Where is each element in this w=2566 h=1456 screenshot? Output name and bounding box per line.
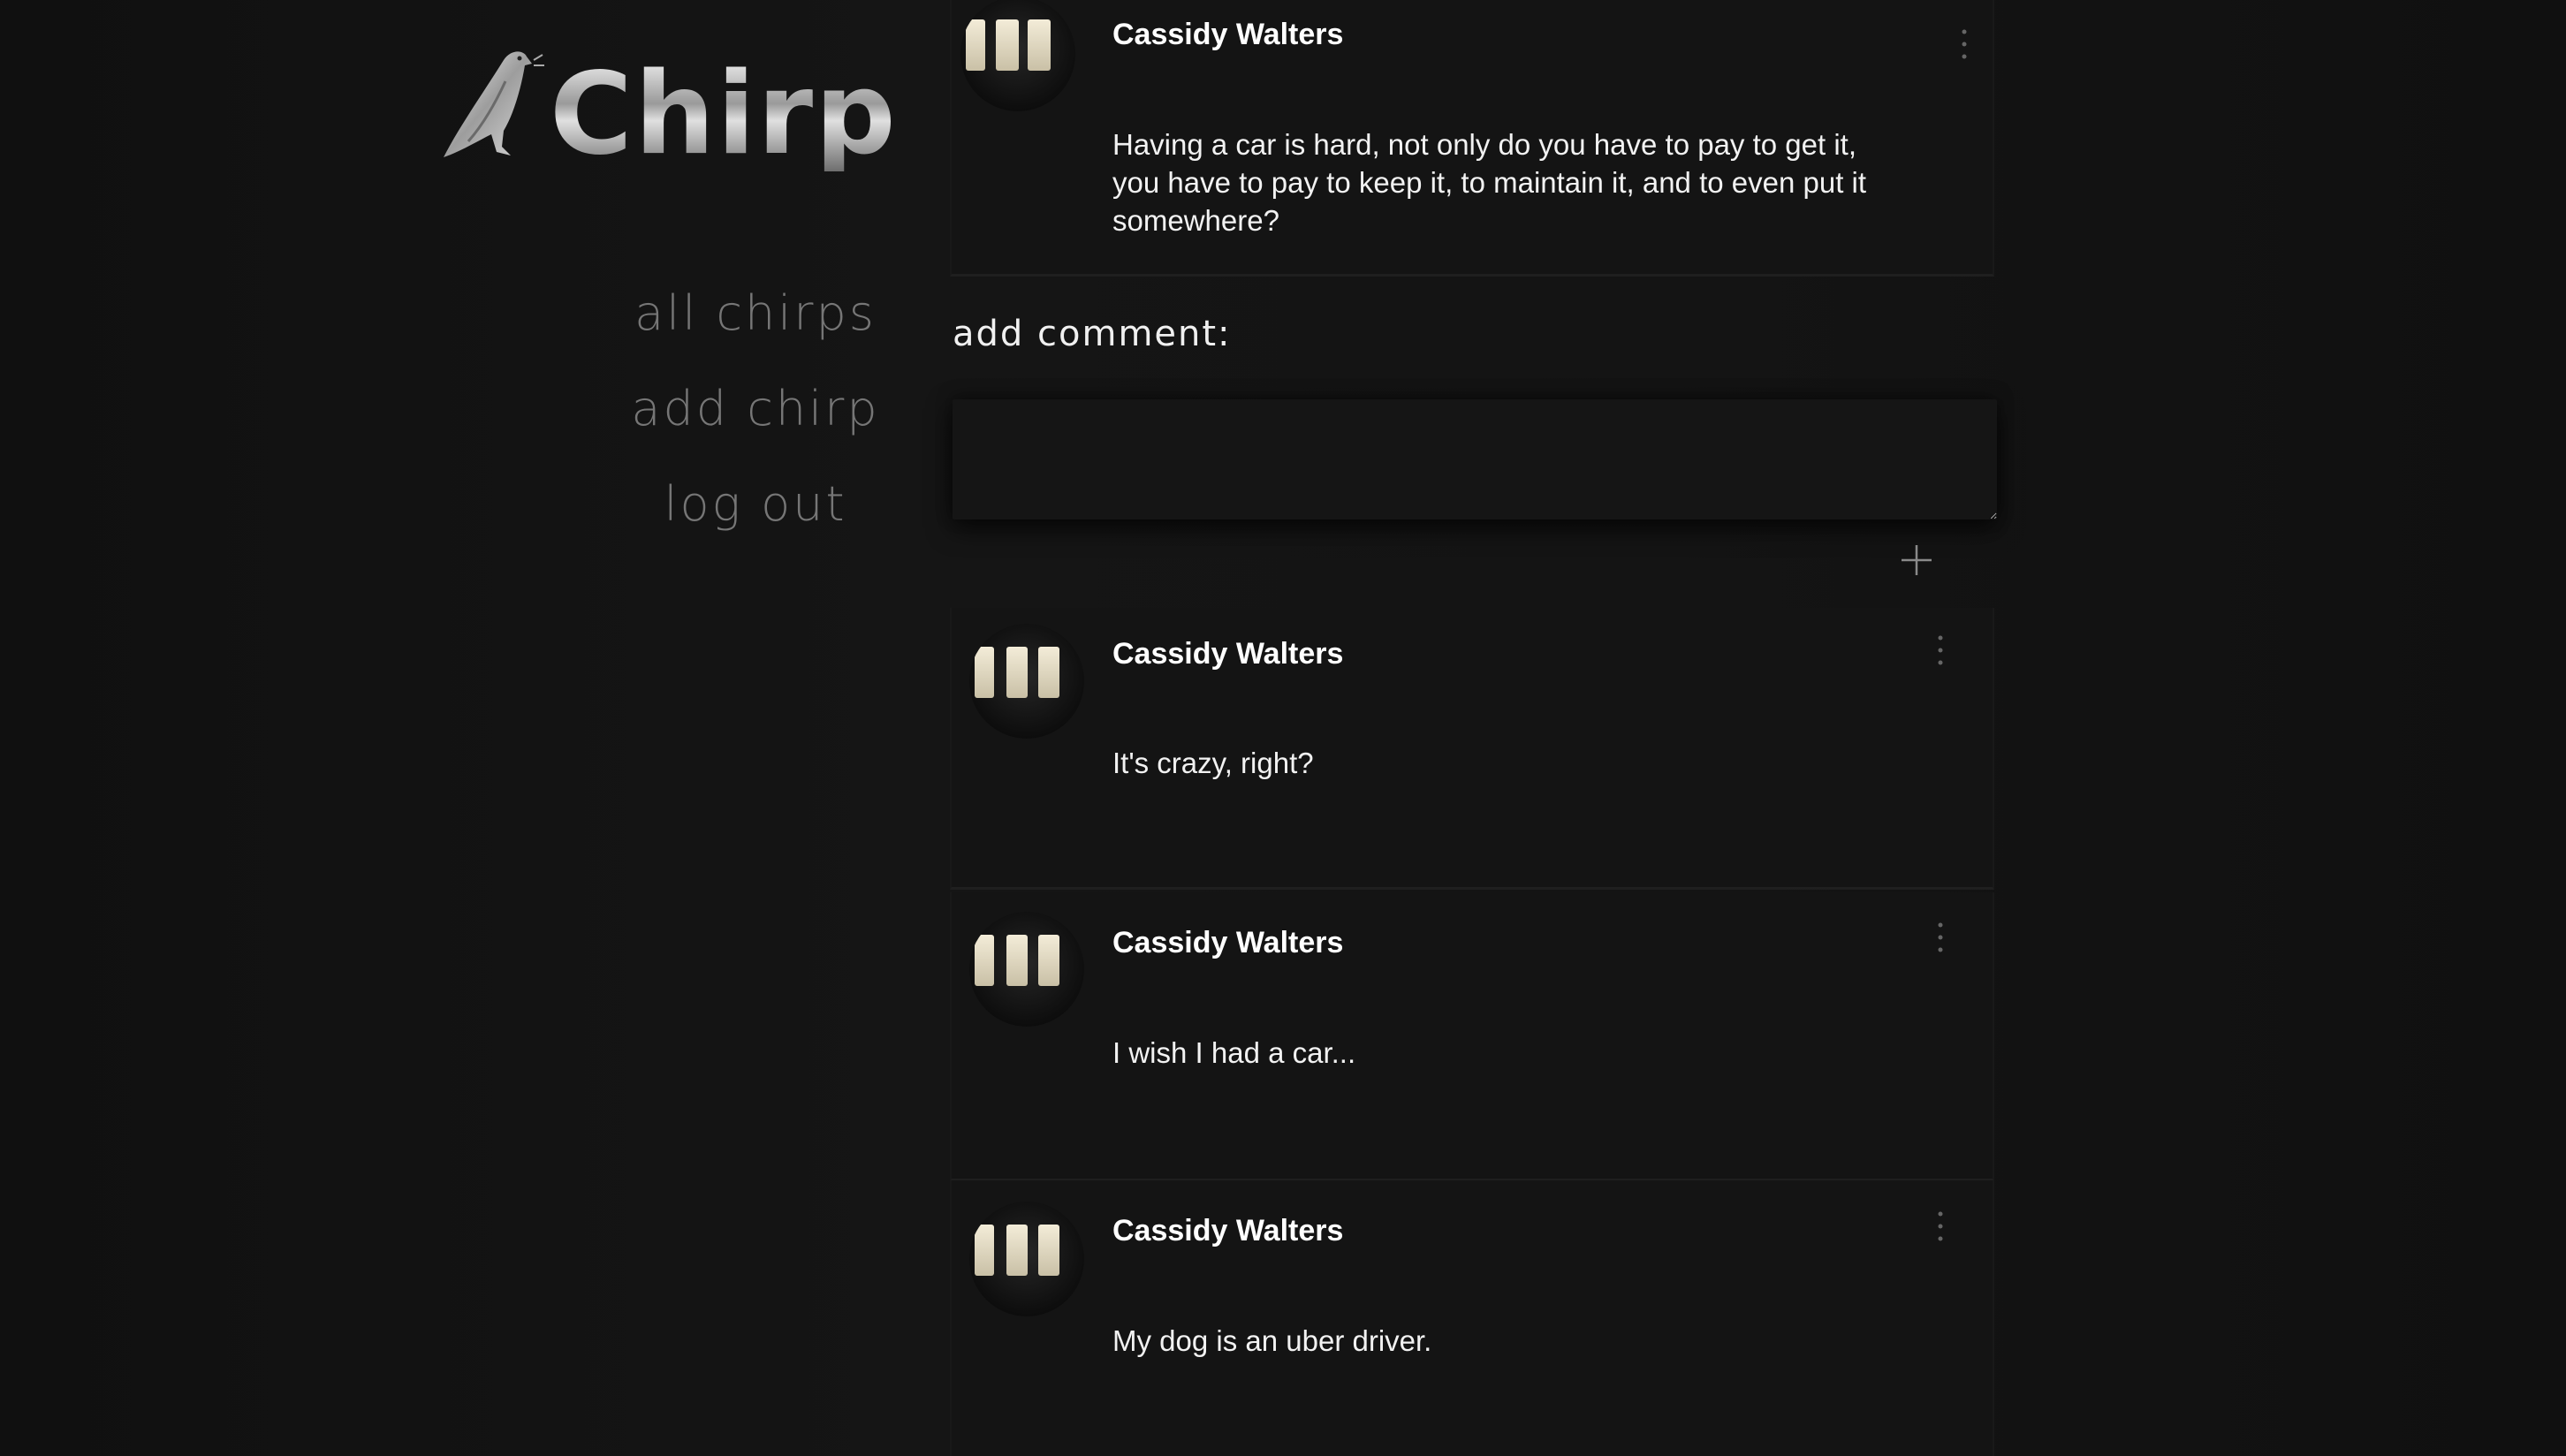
vertical-ellipsis-icon[interactable] (1937, 1210, 1944, 1246)
comment-author[interactable]: Cassidy Walters (1112, 1214, 1343, 1248)
comment-author[interactable]: Cassidy Walters (1112, 926, 1343, 960)
logo-wordmark: Chirp (550, 49, 898, 180)
comment-body: My dog is an uber driver. (1112, 1324, 1432, 1357)
plus-icon[interactable] (1899, 542, 1934, 578)
nav-add-chirp[interactable]: add chirp (610, 376, 901, 472)
comment-body: I wish I had a car... (1112, 1036, 1356, 1069)
chirp-post: Cassidy Walters Having a car is hard, no… (950, 0, 1994, 277)
avatar[interactable] (969, 1202, 1084, 1316)
vertical-ellipsis-icon[interactable] (1937, 921, 1944, 957)
add-comment-label: add comment: (953, 314, 1232, 354)
page: Chirp all chirps add chirp log out Cassi… (0, 0, 2566, 1456)
sidebar-nav: all chirps add chirp log out (610, 281, 901, 567)
avatar[interactable] (969, 624, 1084, 739)
vertical-ellipsis-icon[interactable] (1961, 28, 1968, 64)
comment-input[interactable] (953, 399, 1997, 519)
nav-all-chirps[interactable]: all chirps (610, 281, 901, 376)
comment-card: Cassidy Walters I wish I had a car... (950, 892, 1994, 1181)
comment-card: Cassidy Walters My dog is an uber driver… (950, 1180, 1994, 1456)
comment-card: Cassidy Walters It's crazy, right? (950, 608, 1994, 890)
nav-log-out[interactable]: log out (610, 472, 901, 567)
comment-body: It's crazy, right? (1112, 747, 1314, 779)
vertical-ellipsis-icon[interactable] (1937, 634, 1944, 670)
main-feed: Cassidy Walters Having a car is hard, no… (950, 0, 1997, 1456)
avatar[interactable] (960, 0, 1075, 111)
comment-author[interactable]: Cassidy Walters (1112, 637, 1343, 671)
post-author[interactable]: Cassidy Walters (1112, 18, 1343, 52)
post-body: Having a car is hard, not only do you ha… (1112, 128, 1867, 237)
avatar[interactable] (969, 912, 1084, 1027)
chirp-logo[interactable]: Chirp (433, 42, 896, 193)
